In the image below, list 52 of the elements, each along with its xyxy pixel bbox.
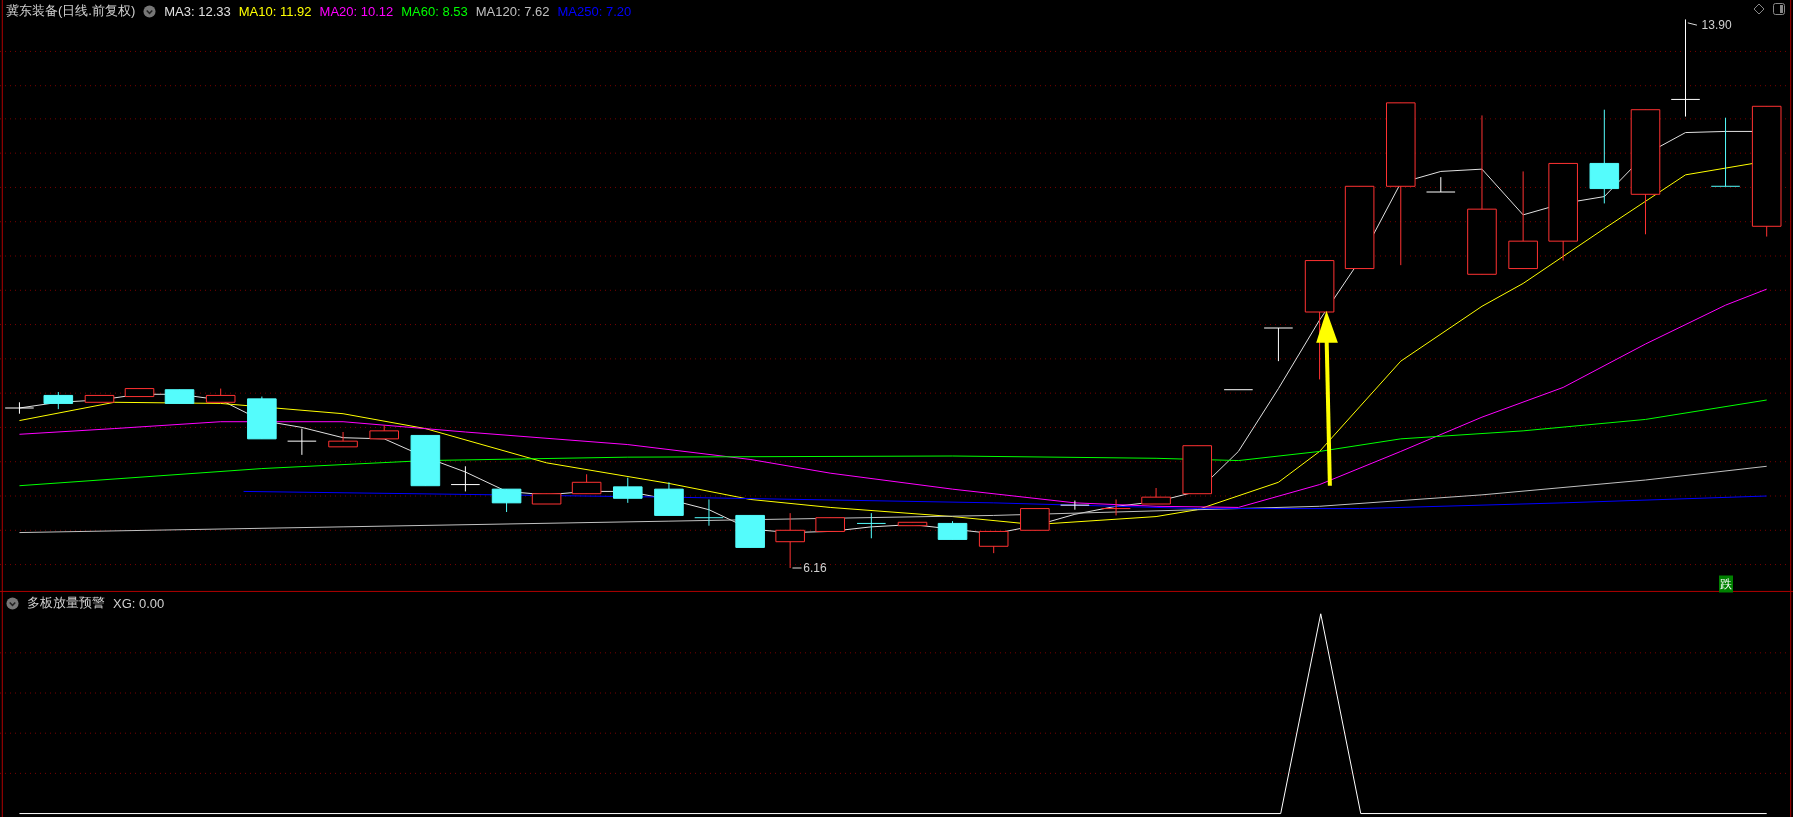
- candlestick: [491, 488, 522, 513]
- candlestick: [694, 498, 724, 527]
- candlestick: [4, 401, 35, 415]
- candlestick: [247, 396, 277, 440]
- dropdown-icon[interactable]: [143, 4, 157, 18]
- candlestick: [43, 391, 74, 410]
- candlestick: [815, 517, 845, 532]
- candlestick: [369, 424, 399, 440]
- candlestick: [856, 512, 887, 539]
- candlestick: [654, 481, 684, 516]
- leader-line: [791, 567, 803, 569]
- signal-badge: 跌: [1718, 575, 1733, 593]
- candlestick: [450, 465, 481, 492]
- candlestick: [937, 520, 968, 540]
- candlestick: [1141, 487, 1171, 505]
- candlestick: [328, 431, 358, 448]
- indicator-value: MA250: 7.20: [557, 3, 632, 19]
- leader-line: [1687, 22, 1698, 26]
- candlestick: [124, 388, 155, 398]
- candlestick: [1060, 500, 1090, 511]
- candlestick: [410, 434, 441, 487]
- dropdown-icon[interactable]: [6, 596, 19, 610]
- candlestick: [1426, 176, 1456, 193]
- indicator-value: MA3: 12.33: [164, 3, 231, 19]
- indicator-value: MA120: 7.62: [475, 3, 550, 19]
- candlestick: [613, 477, 643, 504]
- candlestick: [1182, 445, 1213, 495]
- candlestick: [1223, 389, 1254, 391]
- high-price-label: 13.90: [1701, 18, 1732, 33]
- candlestick: [978, 530, 1009, 554]
- diamond-icon[interactable]: [1753, 3, 1765, 15]
- low-price-label: 6.16: [803, 561, 827, 576]
- panel-toggle-icon[interactable]: [1773, 3, 1785, 15]
- candlestick: [1020, 508, 1050, 531]
- indicator-title: 多板放量预警: [27, 594, 105, 612]
- indicator-value: MA20: 10.12: [319, 3, 394, 19]
- candlestick: [1710, 117, 1741, 187]
- candlestick: [164, 389, 195, 404]
- candlestick: [205, 388, 236, 403]
- candlestick: [1101, 498, 1131, 516]
- candlestick: [1263, 327, 1294, 362]
- candlestick: [897, 521, 928, 527]
- chart-title: 冀东装备(日线.前复权): [6, 2, 136, 20]
- candlestick: [735, 514, 765, 548]
- indicator-reading: XG: 0.00: [113, 595, 165, 611]
- candlestick: [571, 473, 602, 495]
- candlestick: [531, 493, 562, 505]
- indicator-value: MA10: 11.92: [238, 3, 312, 19]
- indicator-value: MA60: 8.53: [401, 3, 468, 19]
- candlestick: [84, 394, 115, 403]
- candlestick: [287, 428, 317, 456]
- candlestick: [775, 512, 805, 569]
